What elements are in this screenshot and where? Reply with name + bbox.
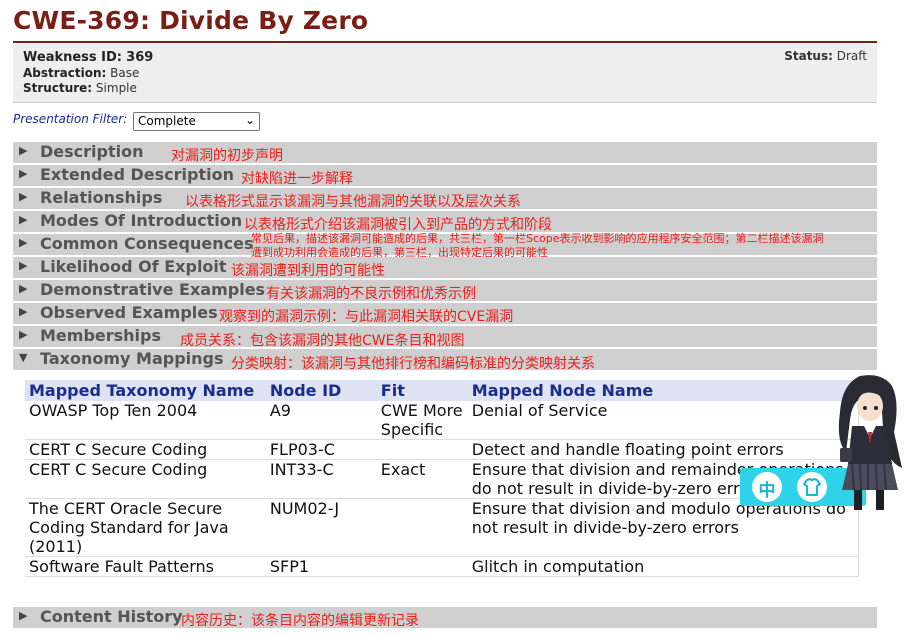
table-cell: Exact [376,459,468,499]
section-label: Relationships [40,188,163,207]
table-cell [376,439,468,460]
weakness-id-row: Weakness ID: 369 [23,50,153,65]
annotation-observed-examples: 观察到的漏洞示例：与此漏洞相关联的CVE漏洞 [219,309,514,325]
table-row: Software Fault Patterns SFP1 Glitch in c… [25,556,859,577]
triangle-down-icon: ▼ [19,351,28,364]
annotation-relationships: 以表格形式显示该漏洞与其他漏洞的关联以及层次关系 [185,194,521,210]
column-header: Fit [376,380,468,401]
annotation-demonstrative-examples: 有关该漏洞的不良示例和优秀示例 [266,286,476,302]
table-row: CERT C Secure Coding FLP03-C Detect and … [25,439,859,460]
triangle-right-icon: ▶ [19,213,28,226]
abstraction-value: Base [110,66,140,80]
table-cell: Glitch in computation [467,556,859,577]
section-label: Taxonomy Mappings [40,349,224,368]
weakness-id-value: 369 [126,50,154,65]
table-cell [376,556,468,577]
table-cell: NUM02-J [265,498,377,557]
section-label: Likelihood Of Exploit [40,257,227,276]
table-cell: Detect and handle floating point errors [467,439,859,460]
abstraction-row: Abstraction: Base [23,66,139,80]
section-extended-description[interactable]: ▶ Extended Description [13,165,877,187]
section-label: Memberships [40,326,162,345]
page-title: CWE-369: Divide By Zero [13,6,369,35]
status-row: Status: Draft [784,49,867,63]
triangle-right-icon: ▶ [19,609,28,622]
annotation-modes-of-introduction: 以表格形式介绍该漏洞被引入到产品的方式和阶段 [244,217,552,233]
column-header: Mapped Taxonomy Name [25,380,266,401]
section-content-history[interactable]: ▶ Content History [13,607,877,629]
section-likelihood-of-exploit[interactable]: ▶ Likelihood Of Exploit [13,257,877,279]
structure-value: Simple [95,81,137,95]
table-row: The CERT Oracle Secure Coding Standard f… [25,498,859,557]
annotation-taxonomy-mappings: 分类映射：该漏洞与其他排行榜和编码标准的分类映射关系 [231,356,595,372]
triangle-right-icon: ▶ [19,144,28,157]
table-cell: Ensure that division and modulo operatio… [467,498,859,557]
annotation-common-consequences-line1: 常见后果，描述该漏洞可能造成的后果，共三栏，第一栏Scope表示收到影响的应用程… [251,232,824,245]
status-label: Status: [784,49,833,63]
presentation-filter-select[interactable]: Complete ⌄ [133,112,260,131]
column-header: Node ID [265,380,377,401]
table-cell: INT33-C [265,459,377,499]
section-label: Observed Examples [40,303,218,322]
title-divider [13,41,877,43]
table-cell: CERT C Secure Coding [25,459,266,499]
table-row: OWASP Top Ten 2004 A9 CWE More Specific … [25,401,859,440]
abstraction-label: Abstraction: [23,66,107,80]
table-cell: OWASP Top Ten 2004 [25,401,266,440]
section-label: Extended Description [40,165,234,184]
table-cell: SFP1 [265,556,377,577]
section-label: Common Consequences [40,234,254,253]
table-cell [376,498,468,557]
section-label: Content History [40,607,183,626]
chevron-down-icon: ⌄ [244,113,255,127]
table-cell: Software Fault Patterns [25,556,266,577]
table-cell: CERT C Secure Coding [25,439,266,460]
table-cell: The CERT Oracle Secure Coding Standard f… [25,498,266,557]
mascot-character-image[interactable] [822,372,906,514]
triangle-right-icon: ▶ [19,167,28,180]
chinese-mode-button[interactable]: 中 [752,472,782,502]
status-value: Draft [836,49,867,63]
structure-label: Structure: [23,81,93,95]
triangle-right-icon: ▶ [19,305,28,318]
section-label: Demonstrative Examples [40,280,266,299]
table-cell: Denial of Service [467,401,859,440]
annotation-likelihood-of-exploit: 该漏洞遭到利用的可能性 [231,263,385,279]
annotation-content-history: 内容历史：该条目内容的编辑更新记录 [181,613,419,629]
chinese-mode-label: 中 [758,481,776,501]
column-header: Mapped Node Name [467,380,859,401]
table-header-row: Mapped Taxonomy Name Node ID Fit Mapped … [25,380,859,401]
section-label: Modes Of Introduction [40,211,243,230]
presentation-filter-value: Complete [138,114,196,128]
table-cell: CWE More Specific [376,401,468,440]
taxonomy-mappings-table: Mapped Taxonomy Name Node ID Fit Mapped … [25,380,859,577]
annotation-memberships: 成员关系：包含该漏洞的其他CWE条目和视图 [180,333,465,349]
triangle-right-icon: ▶ [19,236,28,249]
section-description[interactable]: ▶ Description [13,142,877,164]
structure-row: Structure: Simple [23,81,137,95]
table-row: CERT C Secure Coding INT33-C Exact Ensur… [25,459,859,499]
triangle-right-icon: ▶ [19,190,28,203]
section-label: Description [40,142,144,161]
annotation-description: 对漏洞的初步声明 [171,148,283,164]
weakness-id-label: Weakness ID: [23,50,123,65]
table-cell: FLP03-C [265,439,377,460]
triangle-right-icon: ▶ [19,328,28,341]
triangle-right-icon: ▶ [19,282,28,295]
table-cell: A9 [265,401,377,440]
weakness-info-box: Weakness ID: 369 Abstraction: Base Struc… [13,44,877,103]
annotation-extended-description: 对缺陷进一步解释 [241,171,353,187]
triangle-right-icon: ▶ [19,259,28,272]
presentation-filter-label: Presentation Filter: [13,112,128,126]
